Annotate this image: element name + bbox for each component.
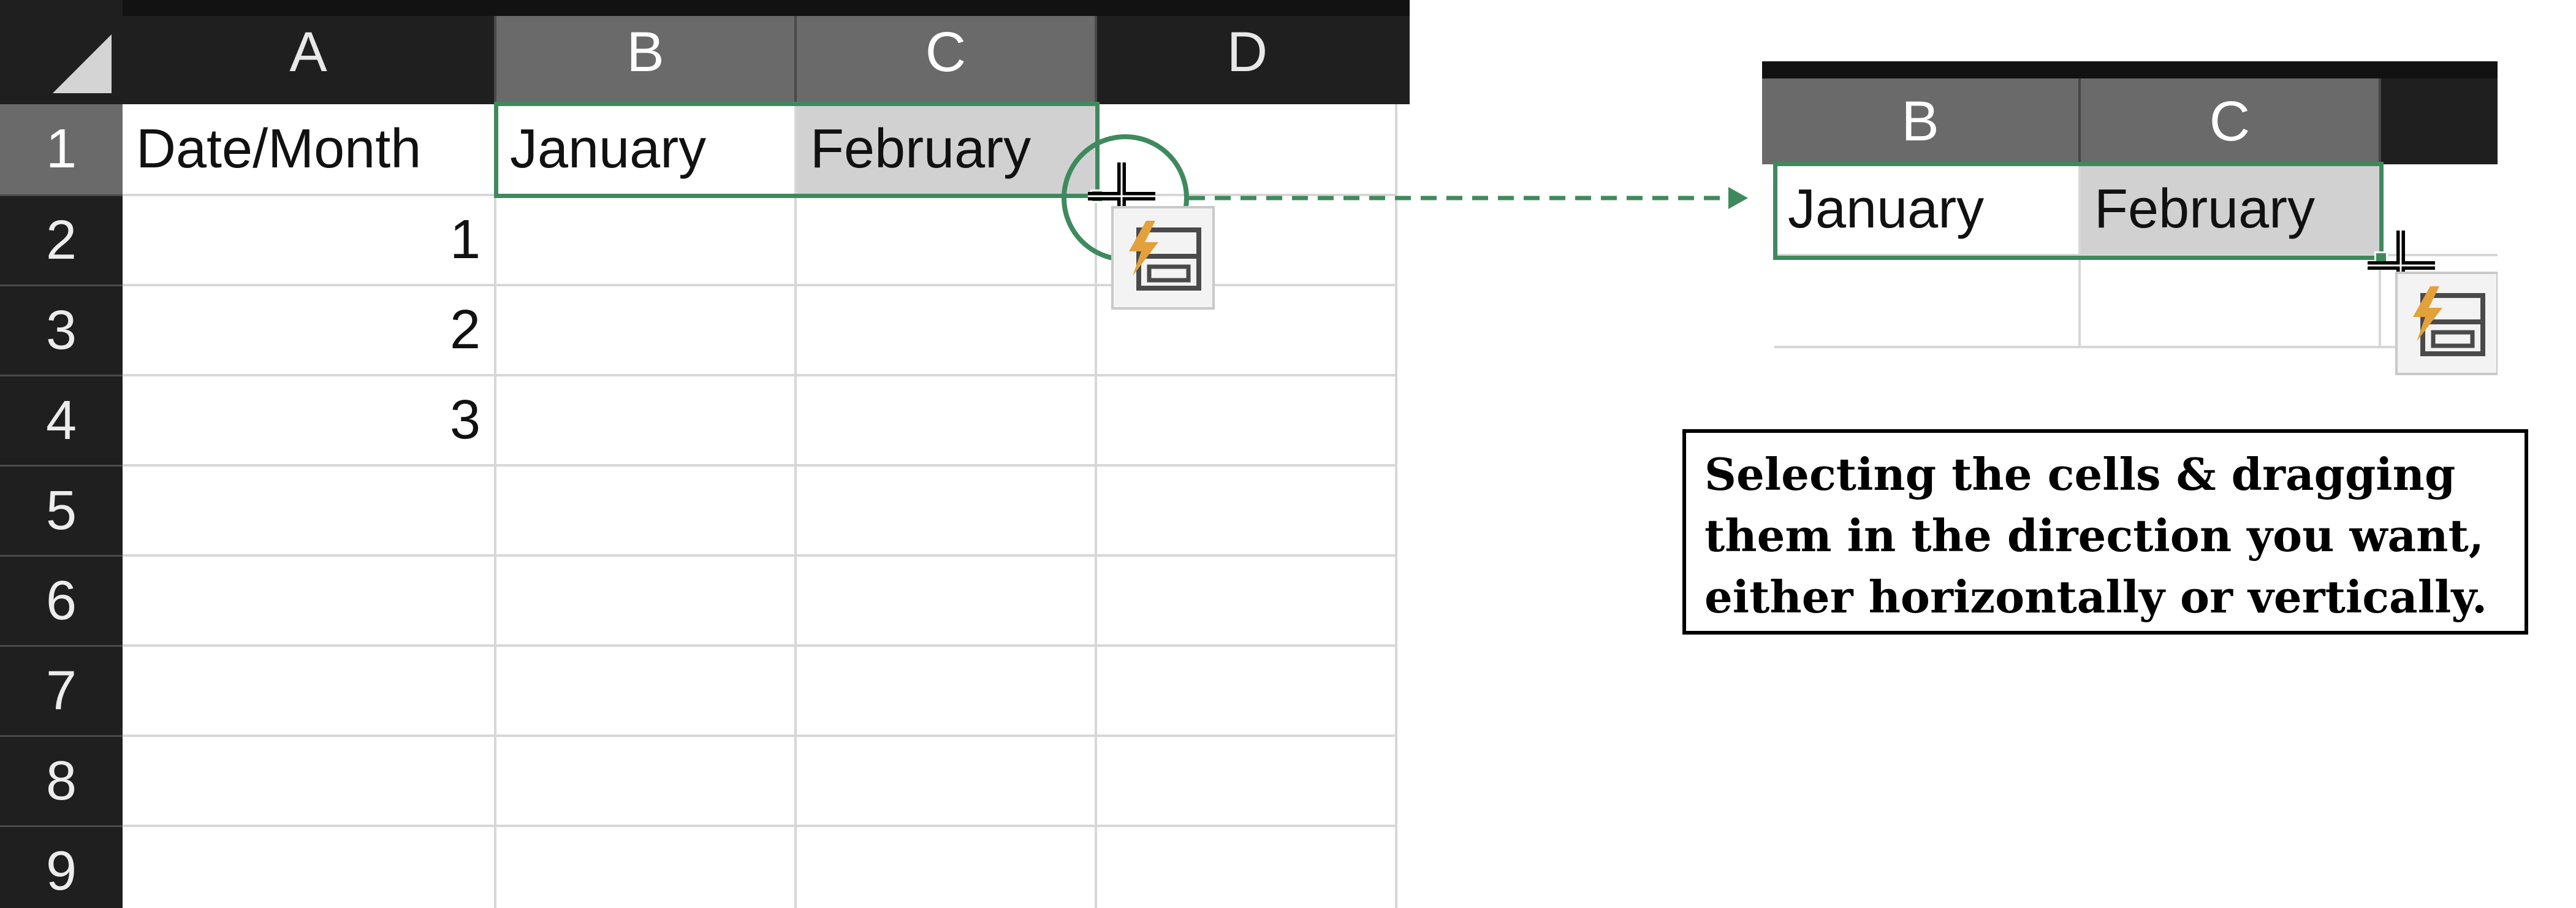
instruction-caption-box: Selecting the cells & dragging them in t… (1682, 429, 2528, 635)
zoomed-selection-view: B C January February (1762, 61, 2498, 386)
caption-line-1: Selecting the cells & dragging (1704, 448, 2456, 500)
caption-line-2: them in the direction you want, (1704, 509, 2484, 562)
zoom-overlay (2368, 231, 2498, 375)
flash-fill-icon[interactable] (2395, 272, 2498, 375)
arrow-head-icon (1728, 187, 1748, 209)
flash-fill-icon[interactable] (1111, 206, 1215, 310)
caption-line-3: either horizontally or vertically. (1704, 571, 2488, 623)
